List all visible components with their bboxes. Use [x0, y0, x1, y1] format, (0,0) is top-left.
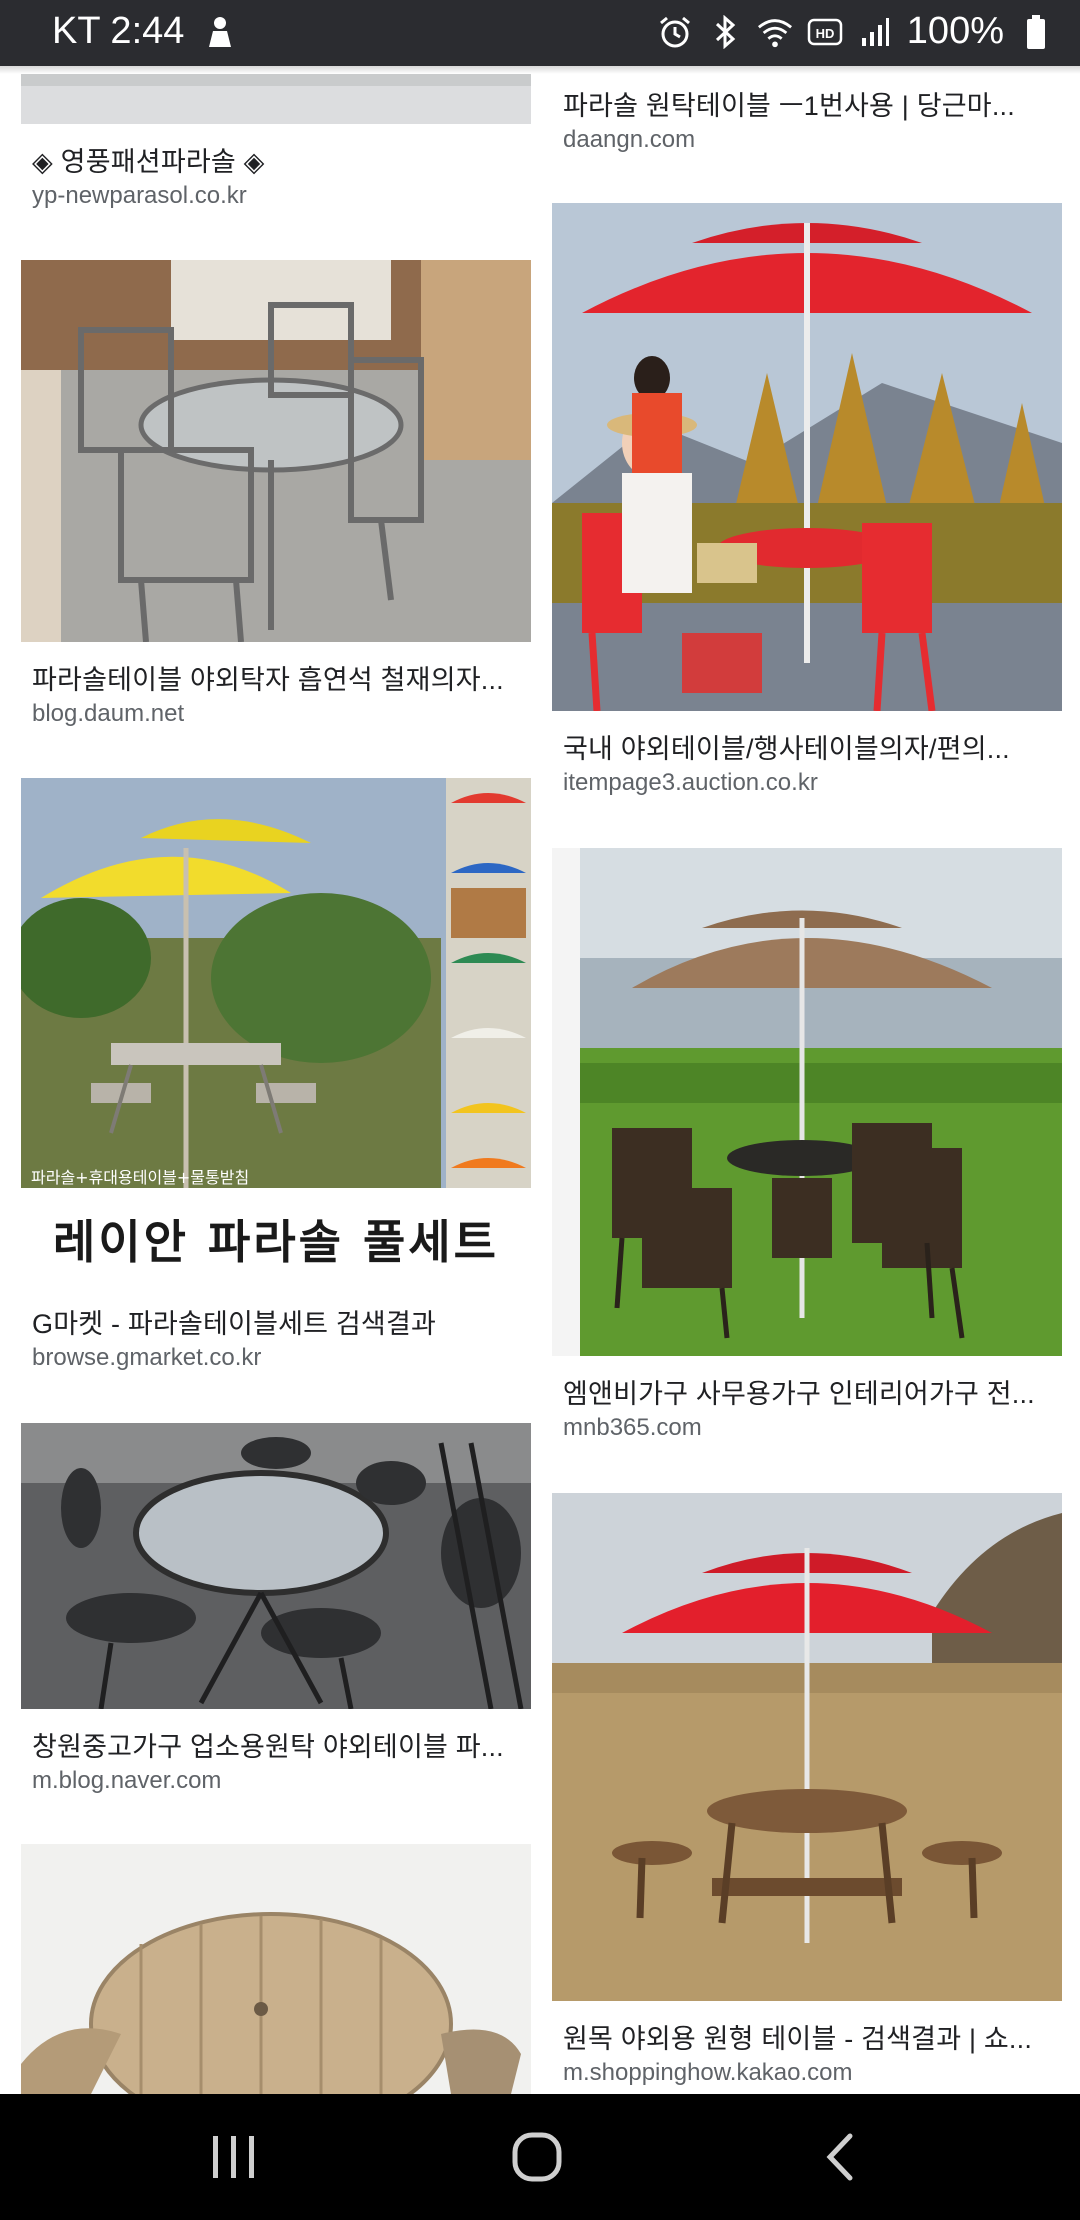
result-title[interactable]: ◈ 영풍패션파라솔 ◈ — [32, 140, 522, 179]
signal-icon — [857, 14, 893, 50]
result-thumbnail[interactable] — [21, 66, 531, 124]
result-title[interactable]: 엠앤비가구 사무용가구 인테리어가구 전... — [563, 1372, 1053, 1411]
result-title[interactable]: 파라솔 원탁테이블 ㅡ1번사용 | 당근마... — [563, 84, 1053, 123]
result-card[interactable]: 파라솔 원탁테이블 ㅡ1번사용 | 당근마... daangn.com — [552, 66, 1062, 166]
result-title[interactable]: 국내 야외테이블/행사테이블의자/편의... — [563, 727, 1053, 766]
result-source[interactable]: blog.daum.net — [32, 700, 184, 728]
result-thumbnail[interactable] — [21, 260, 531, 642]
navigation-bar — [0, 2094, 1080, 2220]
result-thumbnail[interactable] — [552, 848, 1062, 1356]
hd-icon: HD — [807, 14, 843, 50]
carrier-time: KT 2:44 — [52, 10, 185, 52]
status-bar: KT 2:44 HD 100% — [0, 0, 1080, 66]
alarm-icon — [657, 14, 693, 50]
result-source[interactable]: m.shoppinghow.kakao.com — [563, 2059, 853, 2087]
result-source[interactable]: browse.gmarket.co.kr — [32, 1344, 261, 1372]
result-title[interactable]: G마켓 - 파라솔테이블세트 검색결과 — [32, 1302, 522, 1341]
thumbnail-subcaption: 파라솔+휴대용테이블+물통받침 — [31, 1168, 249, 1187]
result-thumbnail[interactable] — [552, 203, 1062, 711]
result-source[interactable]: itempage3.auction.co.kr — [563, 769, 818, 797]
battery-icon — [1018, 14, 1054, 50]
result-title[interactable]: 파라솔테이블 야외탁자 흡연석 철재의자... — [32, 658, 522, 697]
recents-icon — [213, 2136, 254, 2178]
result-title[interactable]: 원목 야외용 원형 테이블 - 검색결과 | 쇼... — [563, 2017, 1053, 2056]
result-title[interactable]: 창원중고가구 업소용원탁 야외테이블 파... — [32, 1725, 522, 1764]
result-card[interactable]: 원목 야외용 원형 테이블 - 검색결과 | 쇼... m.shoppingho… — [552, 1493, 1062, 2093]
home-icon — [512, 2132, 562, 2182]
result-card[interactable]: 국내 야외테이블/행사테이블의자/편의... itempage3.auction… — [552, 203, 1062, 803]
result-card[interactable] — [21, 1844, 531, 2094]
home-button[interactable] — [497, 2124, 577, 2190]
result-source[interactable]: mnb365.com — [563, 1414, 702, 1442]
result-card[interactable]: 엠앤비가구 사무용가구 인테리어가구 전... mnb365.com — [552, 848, 1062, 1448]
thumbnail-caption: 레이안 파라솔 풀세트 — [53, 1215, 499, 1269]
result-card[interactable]: 파라솔+휴대용테이블+물통받침 레이안 파라솔 풀세트 G마켓 - 파라솔테이블… — [21, 778, 531, 1378]
bluetooth-icon — [707, 14, 743, 50]
svg-text:HD: HD — [815, 26, 834, 41]
result-thumbnail[interactable] — [21, 1423, 531, 1709]
wifi-icon — [757, 14, 793, 50]
back-icon — [826, 2133, 853, 2181]
result-source[interactable]: daangn.com — [563, 126, 695, 154]
result-card[interactable]: 파라솔테이블 야외탁자 흡연석 철재의자... blog.daum.net — [21, 260, 531, 730]
result-card[interactable]: ◈ 영풍패션파라솔 ◈ yp-newparasol.co.kr — [21, 66, 531, 216]
battery-percent: 100% — [906, 10, 1004, 52]
result-thumbnail[interactable] — [552, 1493, 1062, 2001]
recents-button[interactable] — [194, 2124, 274, 2190]
notification-icon — [202, 14, 238, 50]
result-source[interactable]: m.blog.naver.com — [32, 1767, 221, 1795]
result-card[interactable]: 창원중고가구 업소용원탁 야외테이블 파... m.blog.naver.com — [21, 1423, 531, 1803]
status-bar-shadow — [0, 66, 1080, 74]
result-source[interactable]: yp-newparasol.co.kr — [32, 182, 247, 210]
result-thumbnail[interactable]: 파라솔+휴대용테이블+물통받침 레이안 파라솔 풀세트 — [21, 778, 531, 1286]
back-button[interactable] — [800, 2124, 880, 2190]
result-thumbnail[interactable] — [21, 1844, 531, 2094]
